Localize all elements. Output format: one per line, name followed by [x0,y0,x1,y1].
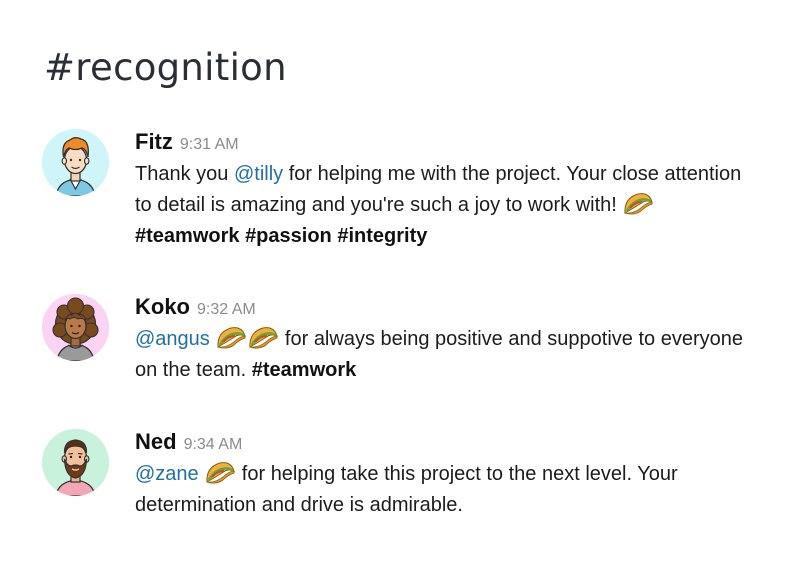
message-body: Fitz 9:31 AM Thank you @tilly for helpin… [135,129,755,252]
hashtag[interactable]: #teamwork [135,225,240,247]
user-mention[interactable]: @tilly [234,163,283,185]
message-header: Ned 9:34 AM [135,429,755,459]
user-mention[interactable]: @zane [135,463,199,485]
message-header: Koko 9:32 AM [135,294,755,324]
taco-emoji-icon [249,327,279,349]
taco-emoji-icon [206,462,236,484]
message-ned: Ned 9:34 AM @zane for helping take this … [42,429,762,529]
hashtag[interactable]: #passion [245,225,332,247]
message-text: @angus for always being positive and sup… [135,324,755,386]
user-mention[interactable]: @angus [135,328,210,350]
message-koko: Koko 9:32 AM @angus for always being pos… [42,294,762,394]
man-orange-hair-avatar-icon [42,129,109,196]
avatar-ned[interactable] [42,429,109,496]
channel-title: #recognition [44,46,287,89]
message-fitz: Fitz 9:31 AM Thank you @tilly for helpin… [42,129,762,259]
author-name[interactable]: Koko [135,294,190,320]
author-name[interactable]: Fitz [135,129,173,155]
avatar-fitz[interactable] [42,129,109,196]
author-name[interactable]: Ned [135,429,177,455]
message-prefix: Thank you [135,163,234,185]
message-body: Ned 9:34 AM @zane for helping take this … [135,429,755,521]
message-text: Thank you @tilly for helping me with the… [135,159,755,252]
message-text: @zane for helping take this project to t… [135,459,755,521]
timestamp[interactable]: 9:31 AM [180,136,239,154]
hashtag[interactable]: #integrity [337,225,427,247]
taco-emoji-icon [217,327,247,349]
taco-emoji-icon [624,193,654,215]
avatar-koko[interactable] [42,294,109,361]
message-body: Koko 9:32 AM @angus for always being pos… [135,294,755,386]
bearded-man-avatar-icon [42,429,109,496]
hashtag[interactable]: #teamwork [252,359,357,381]
message-header: Fitz 9:31 AM [135,129,755,159]
timestamp[interactable]: 9:32 AM [197,301,256,319]
timestamp[interactable]: 9:34 AM [184,436,243,454]
woman-curly-hair-avatar-icon [42,294,109,361]
